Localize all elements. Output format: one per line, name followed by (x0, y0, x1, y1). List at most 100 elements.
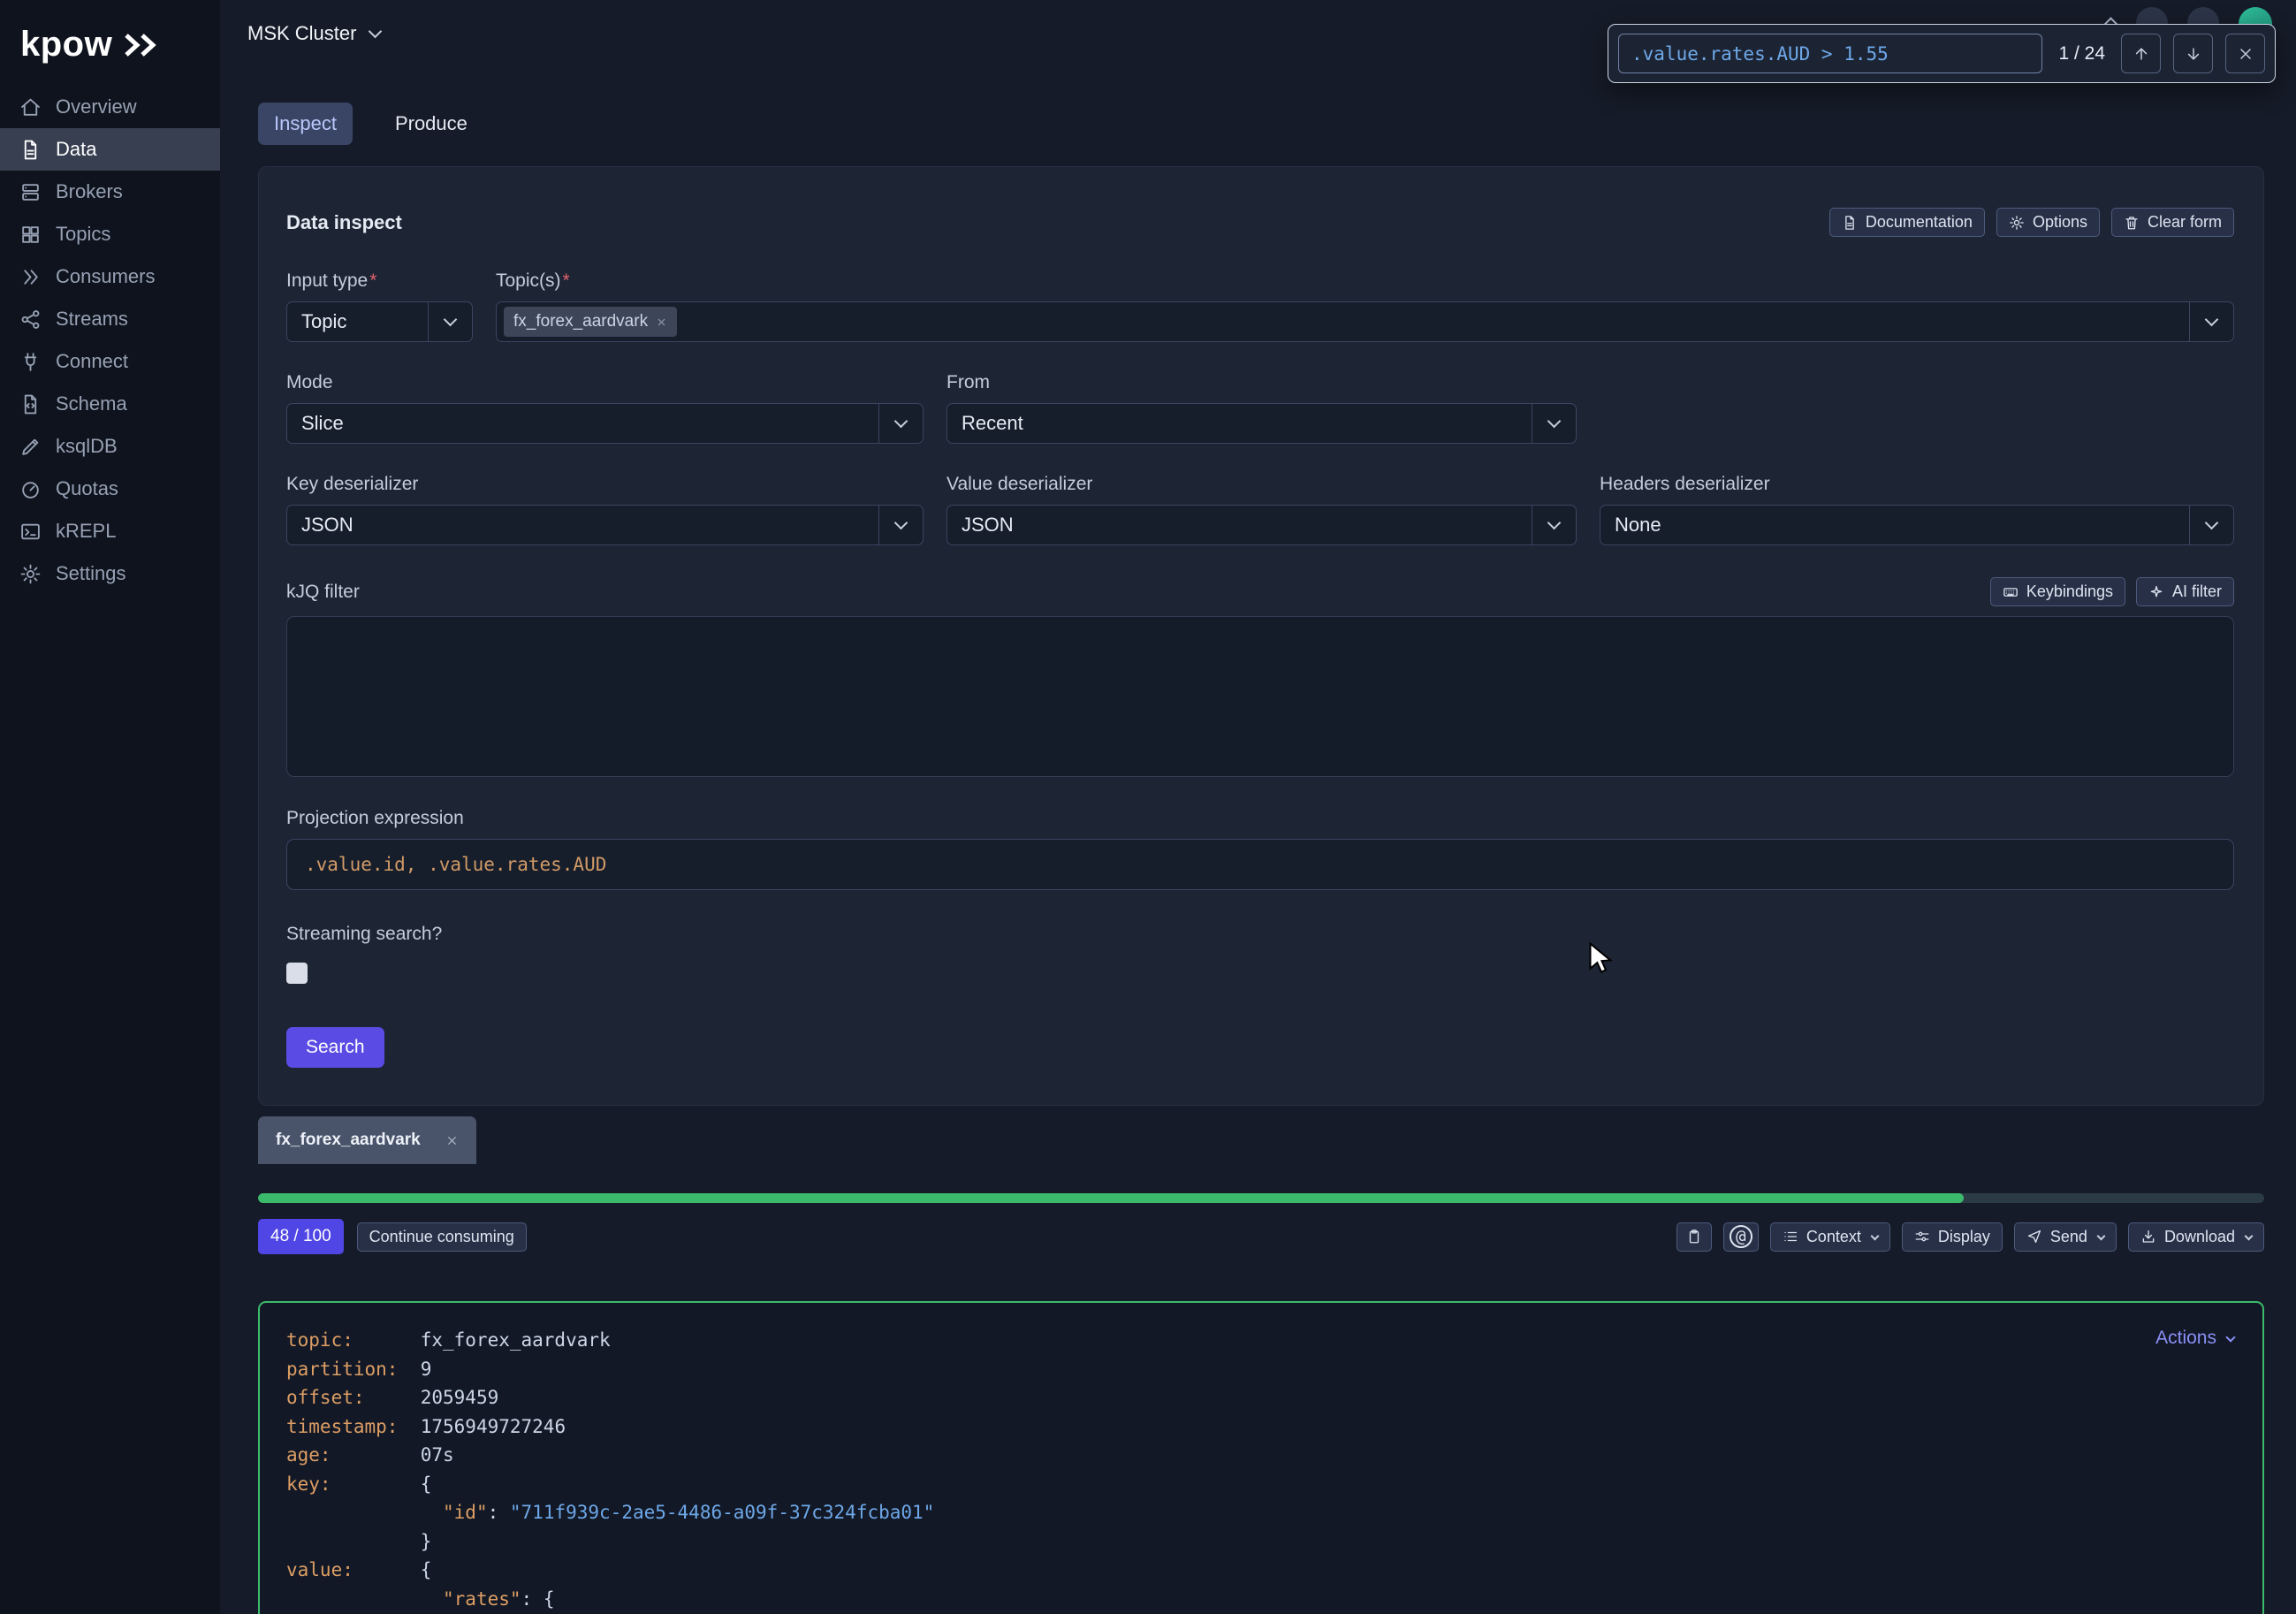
value-deserializer-select[interactable]: JSON (947, 505, 1577, 545)
chevron-down-icon (2245, 1231, 2254, 1240)
mode-select[interactable]: Slice (286, 403, 924, 444)
record-line: age: 07s (286, 1441, 2236, 1470)
chevron-down-icon (2205, 313, 2219, 327)
download-dropdown[interactable]: Download (2128, 1222, 2264, 1252)
find-input[interactable]: .value.rates.AUD > 1.55 (1618, 34, 2042, 73)
headers-deserializer-select[interactable]: None (1600, 505, 2234, 545)
chevron-down-icon (2096, 1231, 2105, 1240)
sidebar-item-label: kREPL (56, 520, 116, 543)
terminal-icon (19, 521, 42, 543)
display-dropdown[interactable]: Display (1902, 1222, 2003, 1252)
gear-icon (19, 563, 42, 585)
sparkle-icon (2148, 584, 2164, 600)
value-deserializer-label: Value deserializer (947, 474, 1577, 495)
sidebar-item-label: Topics (56, 223, 110, 246)
data-inspect-panel: Data inspect Documentation Options Cl (258, 166, 2264, 1106)
kjq-filter-textarea[interactable] (286, 616, 2234, 777)
find-prev-button[interactable] (2121, 34, 2161, 73)
record-line: partition: 9 (286, 1355, 2236, 1384)
sidebar-item-brokers[interactable]: Brokers (0, 171, 220, 213)
record-line: } (286, 1527, 2236, 1557)
record-code: topic: fx_forex_aardvarkpartition: 9offs… (286, 1326, 2236, 1614)
cluster-selector[interactable]: MSK Cluster (247, 22, 380, 45)
tab-produce[interactable]: Produce (379, 103, 483, 145)
app-root: kpow Overview Data Brokers Topics Consumers S… (0, 0, 2296, 1614)
keyboard-icon (2003, 584, 2019, 600)
clear-form-button[interactable]: Clear form (2111, 208, 2234, 237)
close-icon[interactable] (656, 316, 667, 328)
key-deserializer-select[interactable]: JSON (286, 505, 924, 545)
search-button[interactable]: Search (286, 1027, 384, 1068)
chevron-down-icon (369, 24, 383, 38)
sidebar-item-label: Quotas (56, 477, 118, 500)
find-next-button[interactable] (2173, 34, 2213, 73)
server-icon (19, 181, 42, 203)
result-topic-tab[interactable]: fx_forex_aardvark (258, 1116, 476, 1164)
from-select[interactable]: Recent (947, 403, 1577, 444)
panel-title: Data inspect (286, 211, 402, 234)
streaming-search-checkbox[interactable] (286, 963, 308, 984)
input-type-label: Input type* (286, 270, 473, 292)
sidebar-item-schema[interactable]: Schema (0, 383, 220, 425)
find-match-counter: 1 / 24 (2058, 43, 2105, 65)
find-close-button[interactable] (2225, 34, 2265, 73)
projection-input[interactable]: .value.id, .value.rates.AUD (286, 839, 2234, 890)
trash-icon (2124, 215, 2140, 231)
ai-filter-button[interactable]: AI filter (2136, 577, 2234, 606)
sidebar-item-data[interactable]: Data (0, 128, 220, 171)
input-type-select[interactable]: Topic (286, 301, 473, 342)
clipboard-icon (1686, 1229, 1702, 1245)
cluster-name: MSK Cluster (247, 22, 356, 45)
sidebar-item-ksqldb[interactable]: ksqlDB (0, 425, 220, 468)
chevron-down-icon (1870, 1231, 1879, 1240)
context-dropdown[interactable]: Context (1770, 1222, 1890, 1252)
options-button[interactable]: Options (1996, 208, 2100, 237)
headers-deserializer-label: Headers deserializer (1600, 474, 2234, 495)
find-query-text: .value.rates.AUD > 1.55 (1631, 43, 1889, 65)
continue-consuming-button[interactable]: Continue consuming (357, 1222, 527, 1252)
tab-inspect[interactable]: Inspect (258, 103, 353, 145)
jump-to-offset-button[interactable]: @ (1723, 1222, 1759, 1252)
sidebar-item-label: Schema (56, 392, 127, 415)
record-line: timestamp: 1756949727246 (286, 1412, 2236, 1442)
streaming-search-label: Streaming search? (286, 924, 2234, 945)
topic-chip[interactable]: fx_forex_aardvark (504, 307, 677, 337)
chevron-down-icon (894, 415, 909, 429)
view-tabs: Inspect Produce (258, 103, 2264, 145)
sidebar-item-quotas[interactable]: Quotas (0, 468, 220, 510)
sidebar-item-label: Settings (56, 562, 126, 585)
arrow-up-icon (2133, 45, 2150, 63)
download-icon (2140, 1229, 2156, 1245)
record-line: "rates": { (286, 1585, 2236, 1614)
close-icon[interactable] (445, 1134, 459, 1147)
chevron-down-icon (894, 516, 909, 530)
copy-results-button[interactable] (1676, 1222, 1712, 1252)
keybindings-button[interactable]: Keybindings (1990, 577, 2125, 606)
chevron-down-icon (2205, 516, 2219, 530)
arrow-down-icon (2185, 45, 2202, 63)
chevron-down-icon (1547, 516, 1562, 530)
sidebar-item-consumers[interactable]: Consumers (0, 255, 220, 298)
sidebar-item-topics[interactable]: Topics (0, 213, 220, 255)
kpow-logo[interactable]: kpow (0, 0, 220, 86)
send-dropdown[interactable]: Send (2014, 1222, 2117, 1252)
record-line: "id": "711f939c-2ae5-4486-a09f-37c324fcb… (286, 1498, 2236, 1527)
sidebar-nav: Overview Data Brokers Topics Consumers Stream… (0, 86, 220, 595)
sidebar-item-krepl[interactable]: kREPL (0, 510, 220, 552)
sidebar-item-connect[interactable]: Connect (0, 340, 220, 383)
sidebar-item-settings[interactable]: Settings (0, 552, 220, 595)
chevron-down-icon (2225, 1332, 2235, 1342)
topics-multiselect[interactable]: fx_forex_aardvark (496, 301, 2234, 342)
sidebar-item-label: Consumers (56, 265, 155, 288)
record-line: topic: fx_forex_aardvark (286, 1326, 2236, 1355)
sidebar-item-streams[interactable]: Streams (0, 298, 220, 340)
record-line: key: { (286, 1470, 2236, 1499)
sidebar-item-overview[interactable]: Overview (0, 86, 220, 128)
documentation-button[interactable]: Documentation (1829, 208, 1985, 237)
sliders-icon (1914, 1229, 1930, 1245)
record-actions-button[interactable]: Actions (2155, 1328, 2234, 1349)
double-chevron-icon (19, 266, 42, 288)
sidebar-item-label: Data (56, 138, 96, 161)
chevron-down-icon (444, 313, 458, 327)
kjq-filter-label: kJQ filter (286, 582, 360, 603)
